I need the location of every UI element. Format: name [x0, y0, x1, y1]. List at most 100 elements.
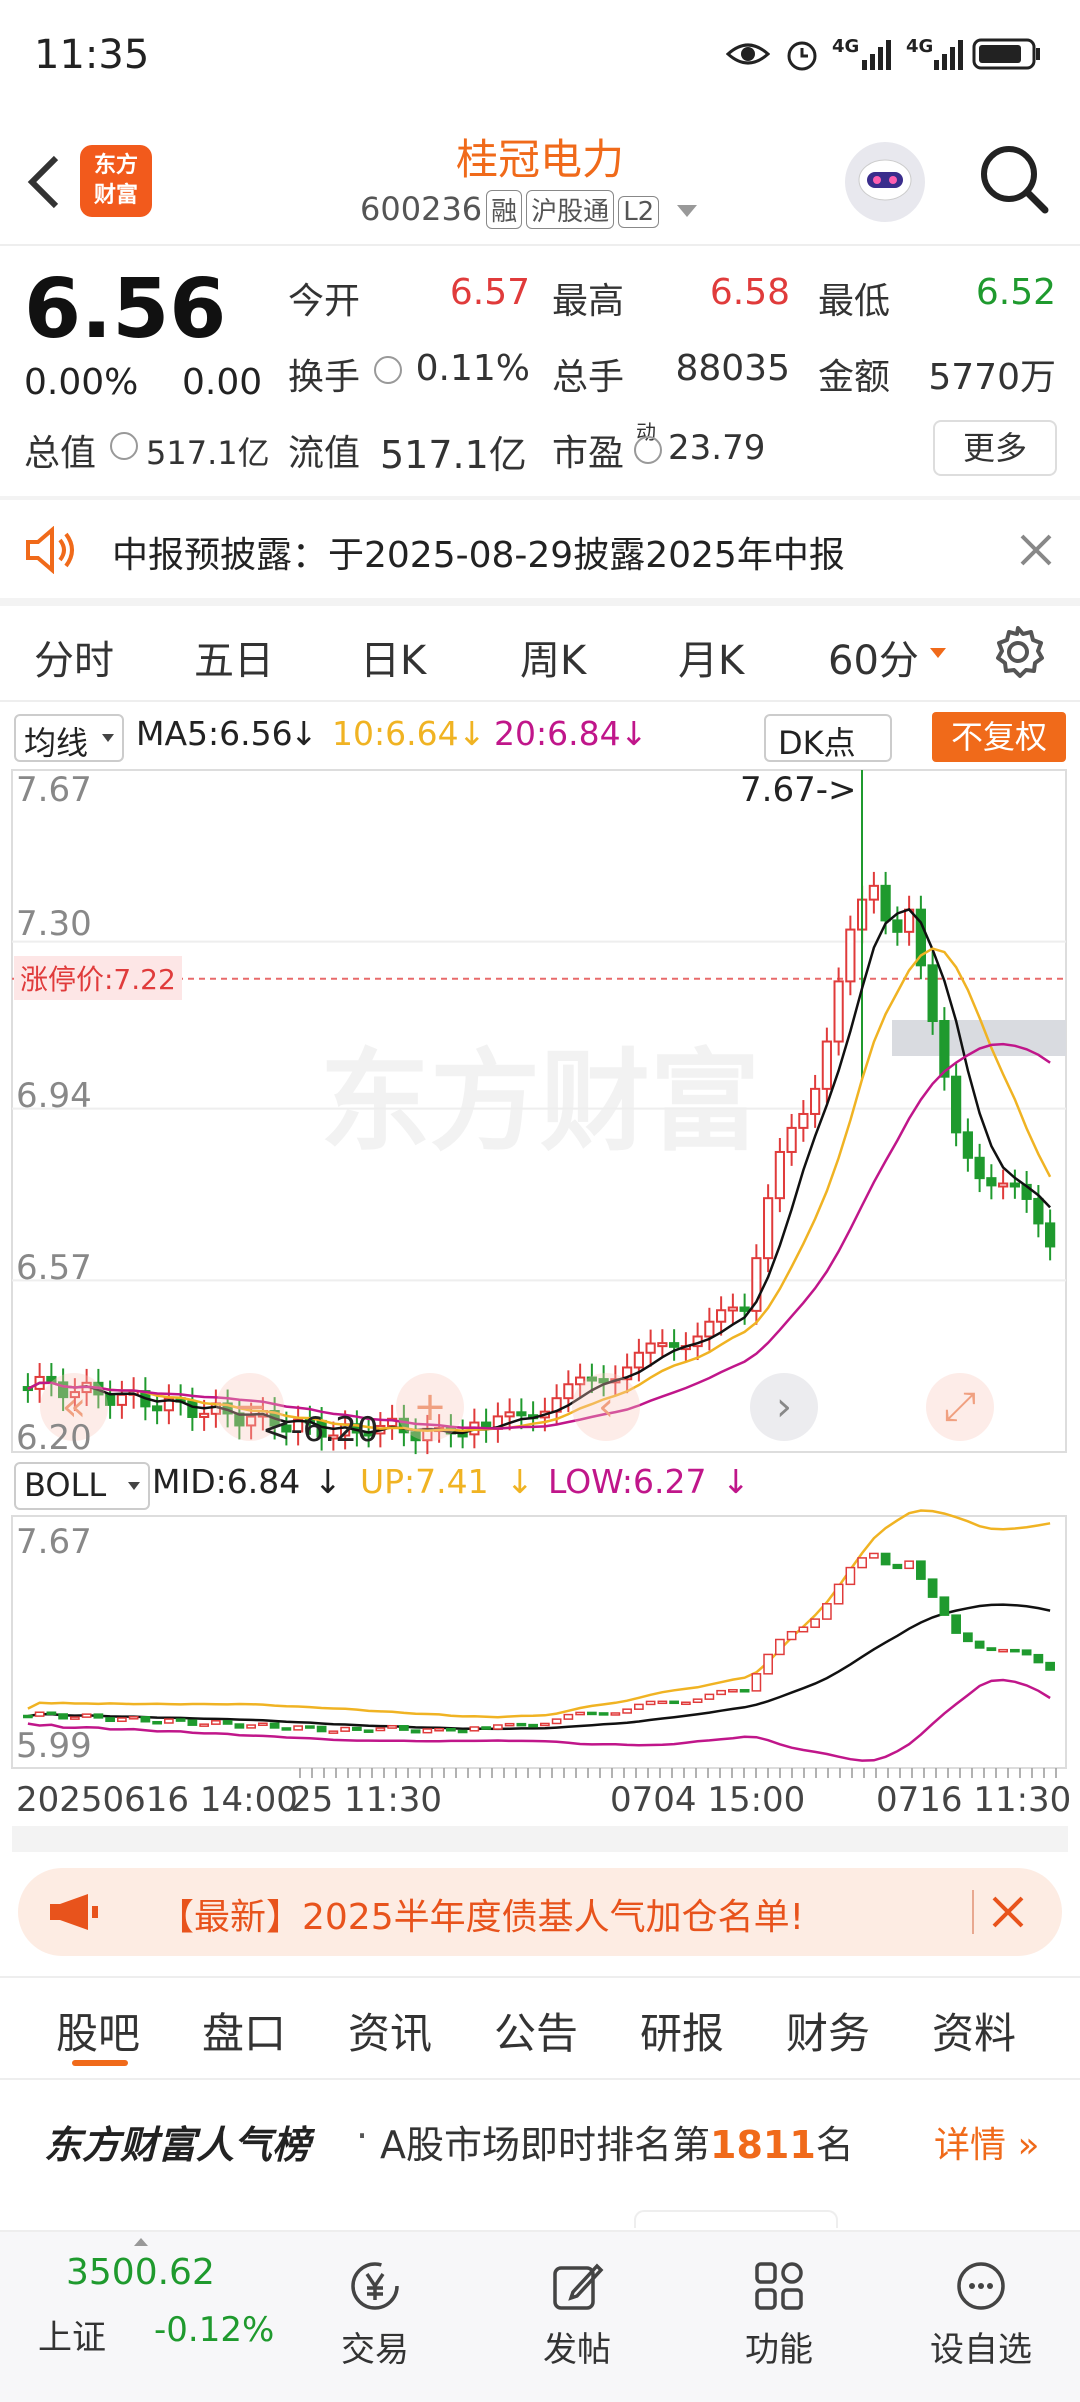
tag-level2: L2: [618, 196, 660, 228]
turnover-value: 0.11%: [415, 348, 530, 389]
boll-candle-body: [916, 1560, 926, 1580]
functions-button[interactable]: 功能: [714, 2258, 844, 2371]
boll-candle-body: [246, 1724, 256, 1729]
more-button[interactable]: 更多: [933, 420, 1057, 476]
divider: [972, 1890, 974, 1934]
promo-banner[interactable]: 【最新】2025半年度债基人气加仓名单!: [18, 1868, 1062, 1956]
yen-circle-icon: [351, 2262, 399, 2310]
tab-intraday[interactable]: 分时: [34, 628, 114, 686]
rank-detail-link[interactable]: 详情 »: [934, 2116, 1039, 2168]
boll-mid-value: MID:6.84: [152, 1462, 301, 1501]
boll-candle-body: [763, 1653, 773, 1675]
boll-tick-2: 5.99: [16, 1726, 92, 1766]
step-right-button[interactable]: ›: [750, 1373, 818, 1441]
dropdown-icon[interactable]: [677, 205, 698, 217]
boll-candle-body: [622, 1708, 632, 1714]
status-time: 11:35: [34, 32, 150, 78]
alarm-icon: [787, 41, 817, 71]
current-price: 6.56: [24, 262, 227, 357]
stock-code-line[interactable]: 600236 融沪股通 L2: [360, 190, 698, 229]
tab-daily-k[interactable]: 日K: [360, 628, 426, 686]
candle-body: [716, 1309, 727, 1323]
double-chevron-icon: »: [1006, 2125, 1040, 2166]
boll-candle-body: [833, 1583, 844, 1605]
boll-candle-body: [575, 1711, 585, 1716]
scroll-strip[interactable]: [12, 1826, 1068, 1852]
tab-forum[interactable]: 股吧: [56, 2000, 140, 2061]
kline-chart[interactable]: 东方财富 «− + ‹ › ⤢: [0, 700, 1080, 1850]
time-label-4: 0716 11:30: [876, 1780, 1072, 1820]
tab-financials[interactable]: 财务: [786, 2000, 870, 2061]
info-icon[interactable]: [374, 356, 402, 384]
boll-candle-body: [681, 1701, 691, 1706]
popularity-rank-row[interactable]: 东方财富人气榜 · A股市场即时排名第1811名 详情 »: [0, 2090, 1080, 2180]
high-value: 6.58: [709, 272, 790, 313]
step-left-button[interactable]: ‹: [572, 1373, 640, 1441]
boll-candle-body: [434, 1728, 444, 1732]
pe-value: 23.79: [668, 428, 766, 468]
boll-candle-body: [469, 1726, 480, 1732]
tab-research[interactable]: 研报: [640, 2000, 724, 2061]
divider: [0, 244, 1080, 246]
info-icon[interactable]: [634, 436, 662, 464]
notice-bar[interactable]: 中报预披露：于2025-08-29披露2025年中报: [0, 500, 1080, 600]
assistant-robot-icon[interactable]: [845, 142, 925, 222]
tab-profile[interactable]: 资料: [932, 2000, 1016, 2061]
index-value[interactable]: 3500.62: [66, 2252, 215, 2293]
zoom-in-button[interactable]: +: [396, 1373, 464, 1441]
volume-value: 88035: [675, 348, 790, 389]
tab-monthly-k[interactable]: 月K: [678, 628, 744, 686]
expand-up-icon[interactable]: [134, 2238, 148, 2246]
boll-candle-body: [1045, 1661, 1055, 1671]
signal-icon: [934, 40, 963, 70]
rank-detail-label: 详情: [934, 2125, 1007, 2166]
fullscreen-button[interactable]: ⤢: [926, 1373, 994, 1441]
step-left-icon: ‹: [598, 1384, 614, 1430]
boll-candle-body: [986, 1647, 997, 1652]
boll-candle-body: [786, 1630, 797, 1641]
tab-order-book[interactable]: 盘口: [202, 2000, 286, 2061]
change-value: 0.00: [182, 362, 263, 403]
tab-60min[interactable]: 60分: [828, 628, 919, 686]
boll-candle-body: [410, 1729, 421, 1734]
tab-dropdown-icon[interactable]: [930, 648, 946, 658]
rank-prefix: A股市场即时排名第: [380, 2123, 710, 2167]
dropdown-icon: [128, 1482, 140, 1490]
boll-candle-body: [657, 1700, 668, 1705]
gear-icon[interactable]: [990, 624, 1046, 680]
pe-label: 市盈: [552, 433, 625, 474]
add-watchlist-button[interactable]: 设自选: [916, 2258, 1046, 2371]
post-button[interactable]: 发帖: [512, 2258, 642, 2371]
sub-indicator-select[interactable]: BOLL: [14, 1462, 150, 1510]
candle-body: [152, 1405, 163, 1412]
arrow-down-icon: ↓: [314, 1462, 342, 1501]
boll-candle-body: [316, 1725, 327, 1733]
boll-candle-body: [645, 1700, 656, 1706]
signal-icon: [862, 40, 891, 70]
tab-announcements[interactable]: 公告: [494, 2000, 578, 2061]
boll-low-value: LOW:6.27: [548, 1462, 707, 1501]
tab-five-day[interactable]: 五日: [194, 628, 274, 686]
boll-candle-body: [34, 1711, 45, 1717]
boll-candle-body: [927, 1578, 938, 1598]
boll-candle-body: [46, 1711, 57, 1715]
boll-candle-body: [187, 1719, 198, 1726]
tab-news[interactable]: 资讯: [348, 2000, 432, 2061]
search-icon[interactable]: [975, 140, 1055, 220]
rank-number: 1811: [710, 2123, 816, 2167]
close-icon[interactable]: [990, 1894, 1026, 1930]
boll-candle-body: [798, 1626, 809, 1633]
info-icon[interactable]: [110, 432, 138, 460]
tab-weekly-k[interactable]: 周K: [520, 628, 586, 686]
candle-body: [1033, 1197, 1044, 1225]
trade-button[interactable]: 交易: [310, 2258, 440, 2371]
boll-candle-body: [563, 1713, 574, 1720]
candle-body: [868, 884, 879, 901]
close-icon[interactable]: [1018, 532, 1054, 568]
boll-candle-body: [422, 1728, 433, 1734]
boll-candle-body: [175, 1718, 186, 1722]
candle-body: [1045, 1222, 1056, 1248]
chart-navigation[interactable]: «− + ‹ › ⤢: [40, 1373, 994, 1441]
fullscreen-icon: ⤢: [944, 1384, 976, 1430]
candle-body: [187, 1400, 198, 1418]
